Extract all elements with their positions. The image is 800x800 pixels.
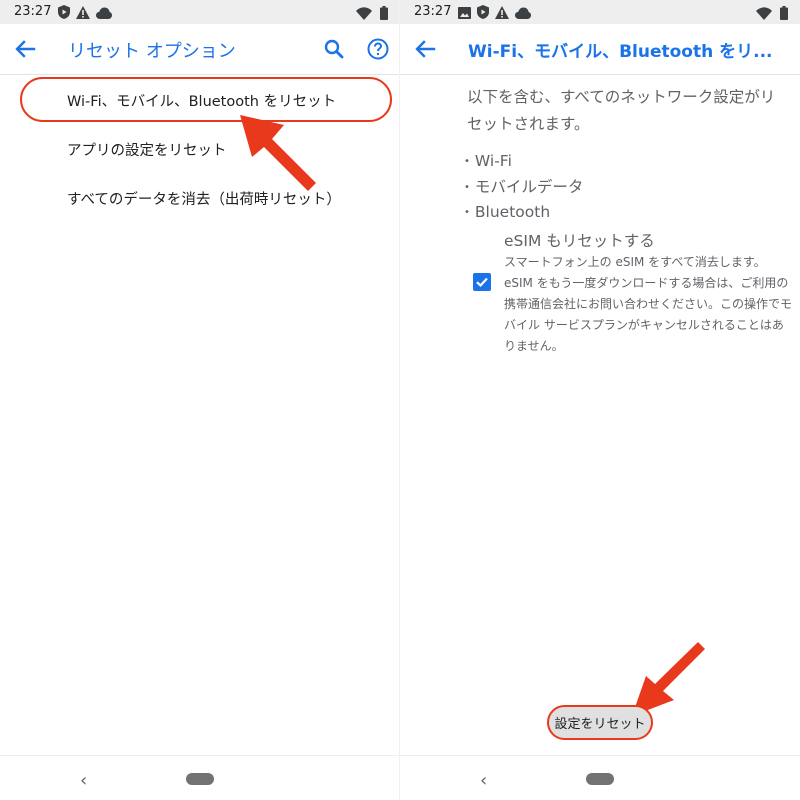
- menu-item-reset-app-prefs[interactable]: アプリの設定をリセット: [67, 139, 227, 160]
- right-screen: 23:27 Wi-Fi、モバイル、Bluetooth をリ... 以下を含む、す…: [400, 0, 800, 800]
- wifi-icon: [356, 5, 372, 24]
- esim-option-title: eSIM もリセットする: [504, 232, 655, 250]
- nav-bar: ‹: [0, 755, 400, 800]
- app-bar: Wi-Fi、モバイル、Bluetooth をリ...: [400, 24, 800, 74]
- nav-back-button[interactable]: ‹: [480, 770, 487, 791]
- shield-play-icon: [58, 4, 70, 23]
- reset-description: 以下を含む、すべてのネットワーク設定がリセットされます。: [467, 88, 776, 133]
- app-bar-divider: [0, 74, 400, 75]
- reset-settings-button[interactable]: 設定をリセット: [547, 705, 653, 740]
- page-title: Wi-Fi、モバイル、Bluetooth をリ...: [468, 42, 773, 62]
- nav-bar: ‹: [400, 755, 800, 800]
- alert-triangle-icon: [76, 4, 90, 23]
- menu-item-factory-reset[interactable]: すべてのデータを消去（出荷時リセット）: [67, 188, 341, 209]
- status-time: 23:27: [414, 4, 452, 19]
- list-item: モバイルデータ: [464, 176, 584, 202]
- search-icon[interactable]: [322, 37, 346, 61]
- status-time: 23:27: [14, 4, 52, 19]
- image-icon: [458, 4, 471, 23]
- alert-triangle-icon: [495, 4, 509, 23]
- nav-home-button[interactable]: [586, 773, 614, 785]
- arrow-back-icon[interactable]: [12, 37, 38, 61]
- status-bar: 23:27: [400, 0, 800, 24]
- nav-back-button[interactable]: ‹: [80, 770, 87, 791]
- status-bar: 23:27: [0, 0, 400, 24]
- wifi-icon: [756, 5, 772, 24]
- list-item: Wi-Fi: [464, 150, 583, 176]
- help-circle-icon[interactable]: [366, 37, 390, 61]
- shield-play-icon: [477, 4, 489, 23]
- arrow-back-icon[interactable]: [412, 37, 438, 61]
- reset-items-list: Wi-Fi モバイルデータ Bluetooth: [464, 150, 584, 227]
- page-title: リセット オプション: [68, 41, 236, 62]
- menu-item-reset-network[interactable]: Wi-Fi、モバイル、Bluetooth をリセット: [67, 90, 336, 111]
- app-bar: リセット オプション: [0, 24, 400, 74]
- cloud-icon: [96, 4, 112, 23]
- left-screen: 23:27 リセット オプション Wi-Fi、モバイル、Bluetooth をリ…: [0, 0, 400, 800]
- list-item: Bluetooth: [464, 201, 583, 227]
- esim-option-description: スマートフォン上の eSIM をすべて消去します。eSIM をもう一度ダウンロー…: [504, 255, 793, 353]
- nav-home-button[interactable]: [186, 773, 214, 785]
- app-bar-divider: [400, 74, 800, 75]
- esim-reset-checkbox[interactable]: [473, 273, 491, 291]
- battery-icon: [780, 5, 788, 24]
- check-icon: [476, 277, 488, 288]
- battery-icon: [380, 5, 388, 24]
- cloud-icon: [515, 4, 531, 23]
